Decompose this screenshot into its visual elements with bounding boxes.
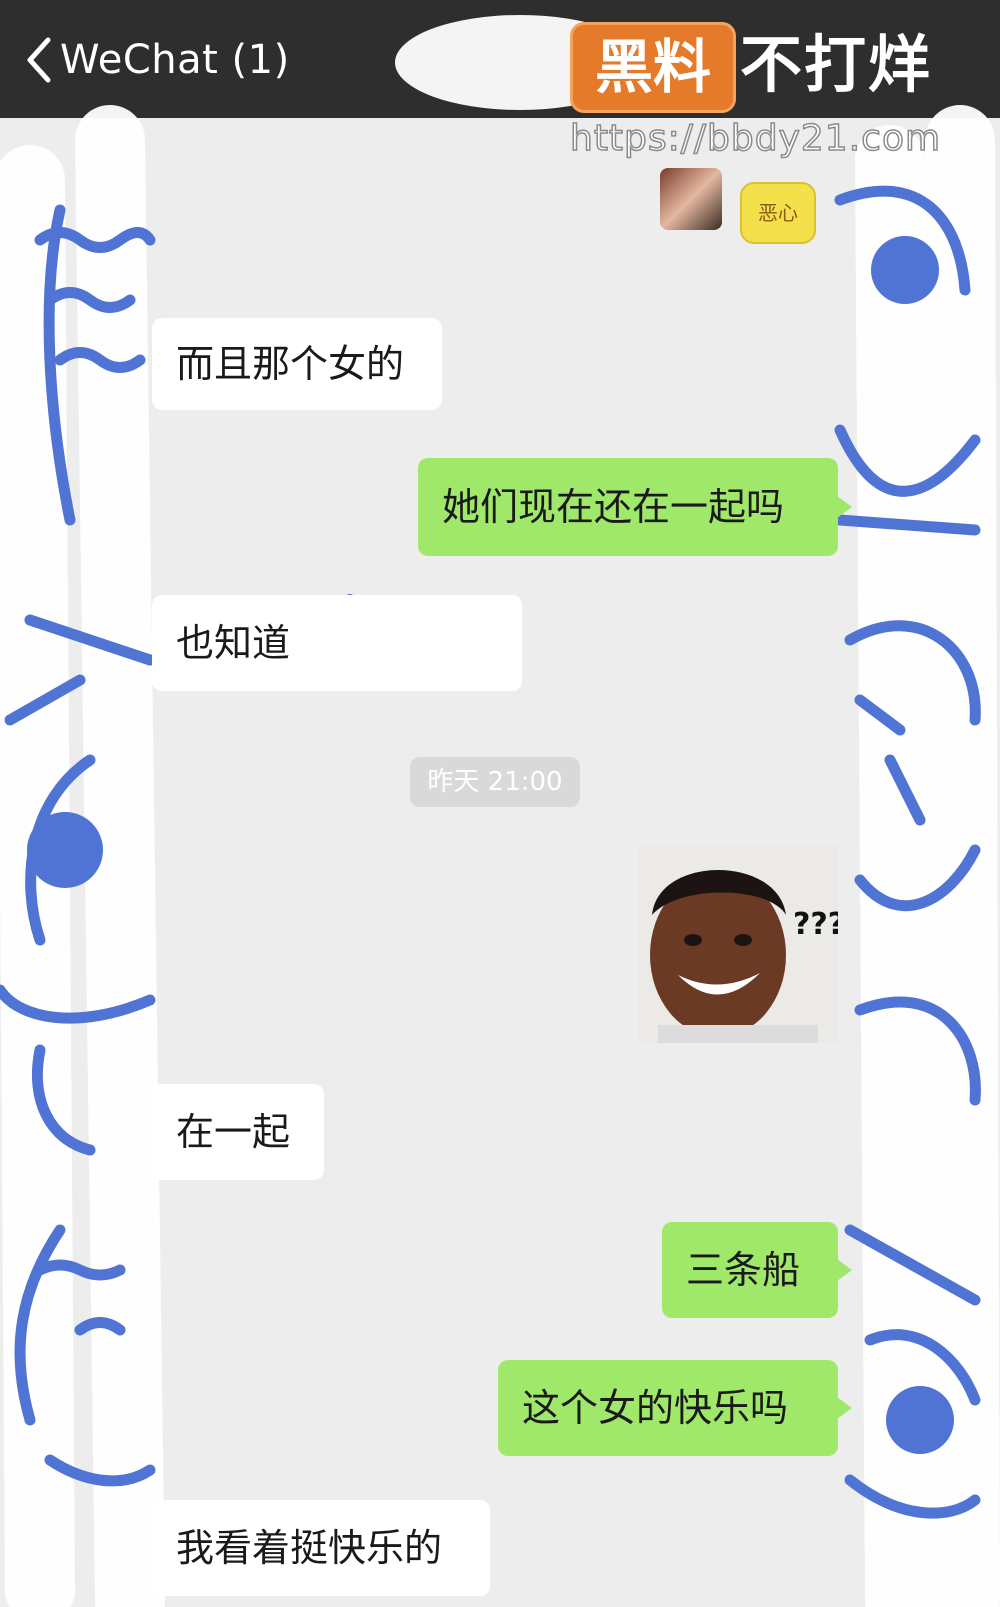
message-bubble-received[interactable]: 也知道: [152, 595, 522, 691]
avatar[interactable]: [660, 168, 722, 230]
message-bubble-sent[interactable]: 这个女的快乐吗: [498, 1360, 852, 1456]
message-bubble-sent[interactable]: 她们现在还在一起吗: [418, 458, 852, 556]
image-message[interactable]: ???: [638, 845, 838, 1043]
message-bubble-received[interactable]: 而且那个女的: [152, 318, 442, 410]
message-bubble-received[interactable]: 在一起: [152, 1084, 324, 1180]
sticker-message[interactable]: 恶心: [740, 182, 816, 244]
meme-photo: [638, 845, 838, 1043]
timestamp: 昨天 21:00: [410, 757, 580, 807]
back-label: WeChat (1): [60, 37, 290, 83]
watermark-url: https://bbdy21.com: [569, 117, 942, 160]
watermark-badge: 黑料: [570, 22, 736, 113]
meme-caption: ???: [793, 907, 838, 942]
back-button[interactable]: WeChat (1): [22, 30, 290, 90]
watermark-slogan: 不打烊: [740, 28, 933, 101]
message-bubble-received[interactable]: 我看着挺快乐的: [152, 1500, 490, 1596]
chevron-left-icon: [27, 37, 51, 83]
site-watermark: 黑料 不打烊 https://bbdy21.com: [569, 20, 990, 170]
message-bubble-sent[interactable]: 三条船: [662, 1222, 852, 1318]
